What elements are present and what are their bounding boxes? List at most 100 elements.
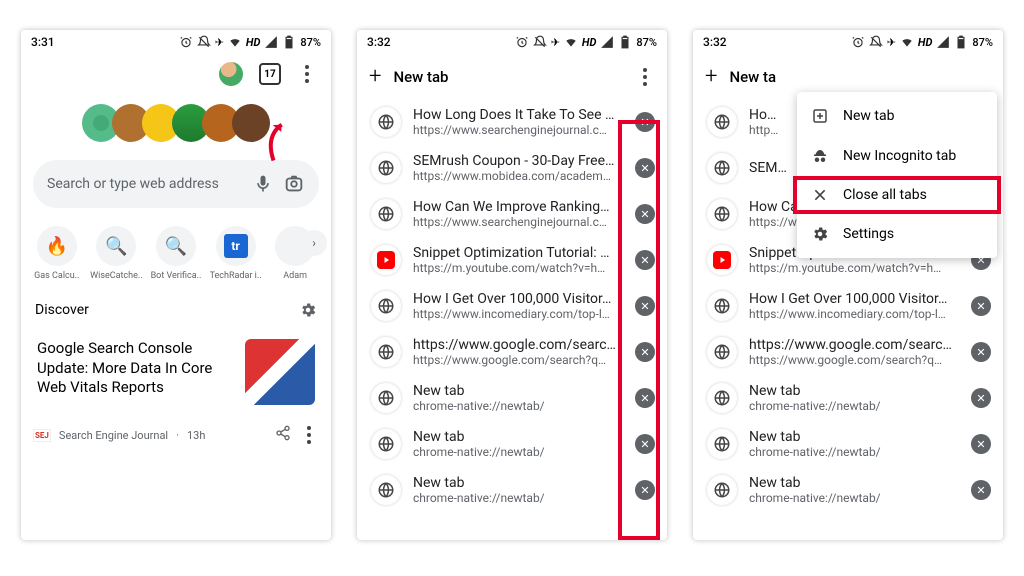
incognito-icon (811, 147, 829, 165)
tab-title: New tab (413, 383, 623, 399)
clock: 3:32 (703, 35, 727, 49)
globe-icon (707, 475, 737, 505)
tab-url: chrome-native://newtab/ (749, 491, 959, 505)
menu-item-label: Close all tabs (843, 187, 927, 203)
new-tab-button[interactable]: + (705, 64, 717, 89)
tab-title: Snippet Optimization Tutorial: … (413, 245, 623, 261)
tab-title: How Can We Improve Ranking… (413, 199, 623, 215)
annotation-close-column (618, 120, 660, 540)
tab-menu-button[interactable] (635, 65, 655, 89)
card-menu-icon[interactable] (299, 423, 319, 447)
tab-title: How I Get Over 100,000 Visitor… (749, 291, 959, 307)
alarm-icon (851, 35, 865, 49)
omnibox-placeholder: Search or type web address (47, 176, 243, 192)
new-tab-button[interactable]: + (369, 64, 381, 89)
menu-item-label: Settings (843, 226, 894, 242)
menu-item-new-incognito-tab[interactable]: New Incognito tab (797, 136, 997, 176)
tab-title: New tab (749, 475, 959, 491)
tab-url: https://www.google.com/search?q… (413, 353, 623, 367)
shortcut-item[interactable]: 🔥Gas Calcu.. (30, 226, 84, 281)
battery-percent: 87% (972, 36, 993, 49)
discover-settings-icon[interactable] (299, 301, 317, 319)
tab-url: chrome-native://newtab/ (413, 491, 623, 505)
youtube-icon (371, 245, 401, 275)
voice-search-icon[interactable] (253, 174, 273, 194)
battery-icon (618, 35, 632, 49)
signal-icon (600, 35, 614, 49)
airplane-icon: ✈ (215, 36, 224, 49)
discover-card[interactable]: Google Search Console Update: More Data … (31, 331, 321, 413)
wifi-icon (900, 35, 914, 49)
close-tab-icon[interactable]: ✕ (971, 296, 991, 316)
globe-icon (707, 383, 737, 413)
menu-item-settings[interactable]: Settings (797, 214, 997, 254)
menu-item-label: New Incognito tab (843, 148, 956, 164)
hd-indicator: HD (918, 36, 932, 49)
close-tab-icon[interactable]: ✕ (971, 434, 991, 454)
clock: 3:31 (31, 35, 55, 49)
shortcut-label: WiseCatche.. (90, 271, 142, 281)
card-thumbnail (245, 339, 315, 405)
tab-item[interactable]: New tabchrome-native://newtab/ ✕ (693, 421, 1003, 467)
shortcuts-more-icon[interactable]: › (301, 230, 327, 256)
wifi-icon (564, 35, 578, 49)
tab-title: New tab (413, 429, 623, 445)
close-tab-icon[interactable]: ✕ (971, 342, 991, 362)
wifi-icon (228, 35, 242, 49)
airplane-icon: ✈ (887, 36, 896, 49)
globe-icon (707, 153, 737, 183)
shortcut-icon: 🔍 (156, 226, 196, 266)
tab-item[interactable]: New tabchrome-native://newtab/ ✕ (693, 467, 1003, 513)
globe-icon (371, 107, 401, 137)
close-tab-icon[interactable]: ✕ (971, 388, 991, 408)
screenshot-3-tab-menu: 3:32 ✈ HD 87% + New ta Ho…http…✕SEM…✕How… (693, 30, 1003, 540)
tab-item[interactable]: https://www.google.com/searc…https://www… (693, 329, 1003, 375)
plus-box-icon (811, 107, 829, 125)
share-icon[interactable] (275, 425, 291, 445)
tab-url: chrome-native://newtab/ (749, 445, 959, 459)
tab-title: New tab (749, 429, 959, 445)
globe-icon (707, 199, 737, 229)
tab-url: https://www.google.com/search?q… (749, 353, 959, 367)
tab-title: SEMrush Coupon - 30-Day Free… (413, 153, 623, 169)
close-tab-icon[interactable]: ✕ (971, 480, 991, 500)
tab-url: chrome-native://newtab/ (749, 399, 959, 413)
menu-item-label: New tab (843, 108, 894, 124)
battery-icon (954, 35, 968, 49)
status-icons: ✈ HD 87% (179, 35, 321, 49)
menu-item-close-all-tabs[interactable]: Close all tabs (793, 176, 1001, 214)
source-favicon: SEJ (33, 429, 51, 442)
tab-list-title: New tab (393, 68, 623, 86)
globe-icon (371, 475, 401, 505)
battery-percent: 87% (300, 36, 321, 49)
omnibox[interactable]: Search or type web address (33, 160, 319, 208)
screenshot-1-chrome-home: 3:31 ✈ HD 87% 17 Search or type web addr… (21, 30, 331, 540)
menu-button[interactable] (297, 62, 317, 86)
tab-item[interactable]: How I Get Over 100,000 Visitor…https://w… (693, 283, 1003, 329)
status-bar: 3:32 ✈ HD 87% (357, 30, 667, 54)
tab-item[interactable]: New tabchrome-native://newtab/✕ (693, 375, 1003, 421)
shortcut-item[interactable]: 🔍 Bot Verifica.. (149, 226, 203, 281)
shortcut-label: Bot Verifica.. (151, 271, 202, 281)
shortcut-label: TechRadar i.. (210, 271, 262, 281)
battery-percent: 87% (636, 36, 657, 49)
globe-icon (371, 383, 401, 413)
tab-switcher-button[interactable]: 17 (259, 63, 281, 85)
tab-url: chrome-native://newtab/ (413, 399, 623, 413)
status-bar: 3:32 ✈ HD 87% (693, 30, 1003, 54)
shortcut-row: 🔥Gas Calcu..🔍WiseCatche.. 🔍 Bot Verifica..… (21, 208, 331, 285)
close-icon (811, 187, 829, 203)
shortcut-item[interactable]: tr TechRadar i.. (209, 226, 263, 281)
menu-item-new-tab[interactable]: New tab (797, 96, 997, 136)
tab-url: https://m.youtube.com/watch?v=h… (749, 261, 959, 275)
tab-url: https://www.incomediary.com/top-l… (413, 307, 623, 321)
shortcut-label: Gas Calcu.. (34, 271, 79, 281)
lens-icon[interactable] (283, 173, 305, 195)
tab-url: https://www.searchenginejournal.c… (413, 123, 623, 137)
shortcut-icon: tr (216, 226, 256, 266)
globe-icon (707, 337, 737, 367)
screenshot-2-tab-list: 3:32 ✈ HD 87% + New tab How Long Does It… (357, 30, 667, 540)
profile-avatar[interactable] (219, 62, 243, 86)
shortcut-item[interactable]: 🔍WiseCatche.. (89, 226, 143, 281)
status-icons: ✈ HD 87% (515, 35, 657, 49)
